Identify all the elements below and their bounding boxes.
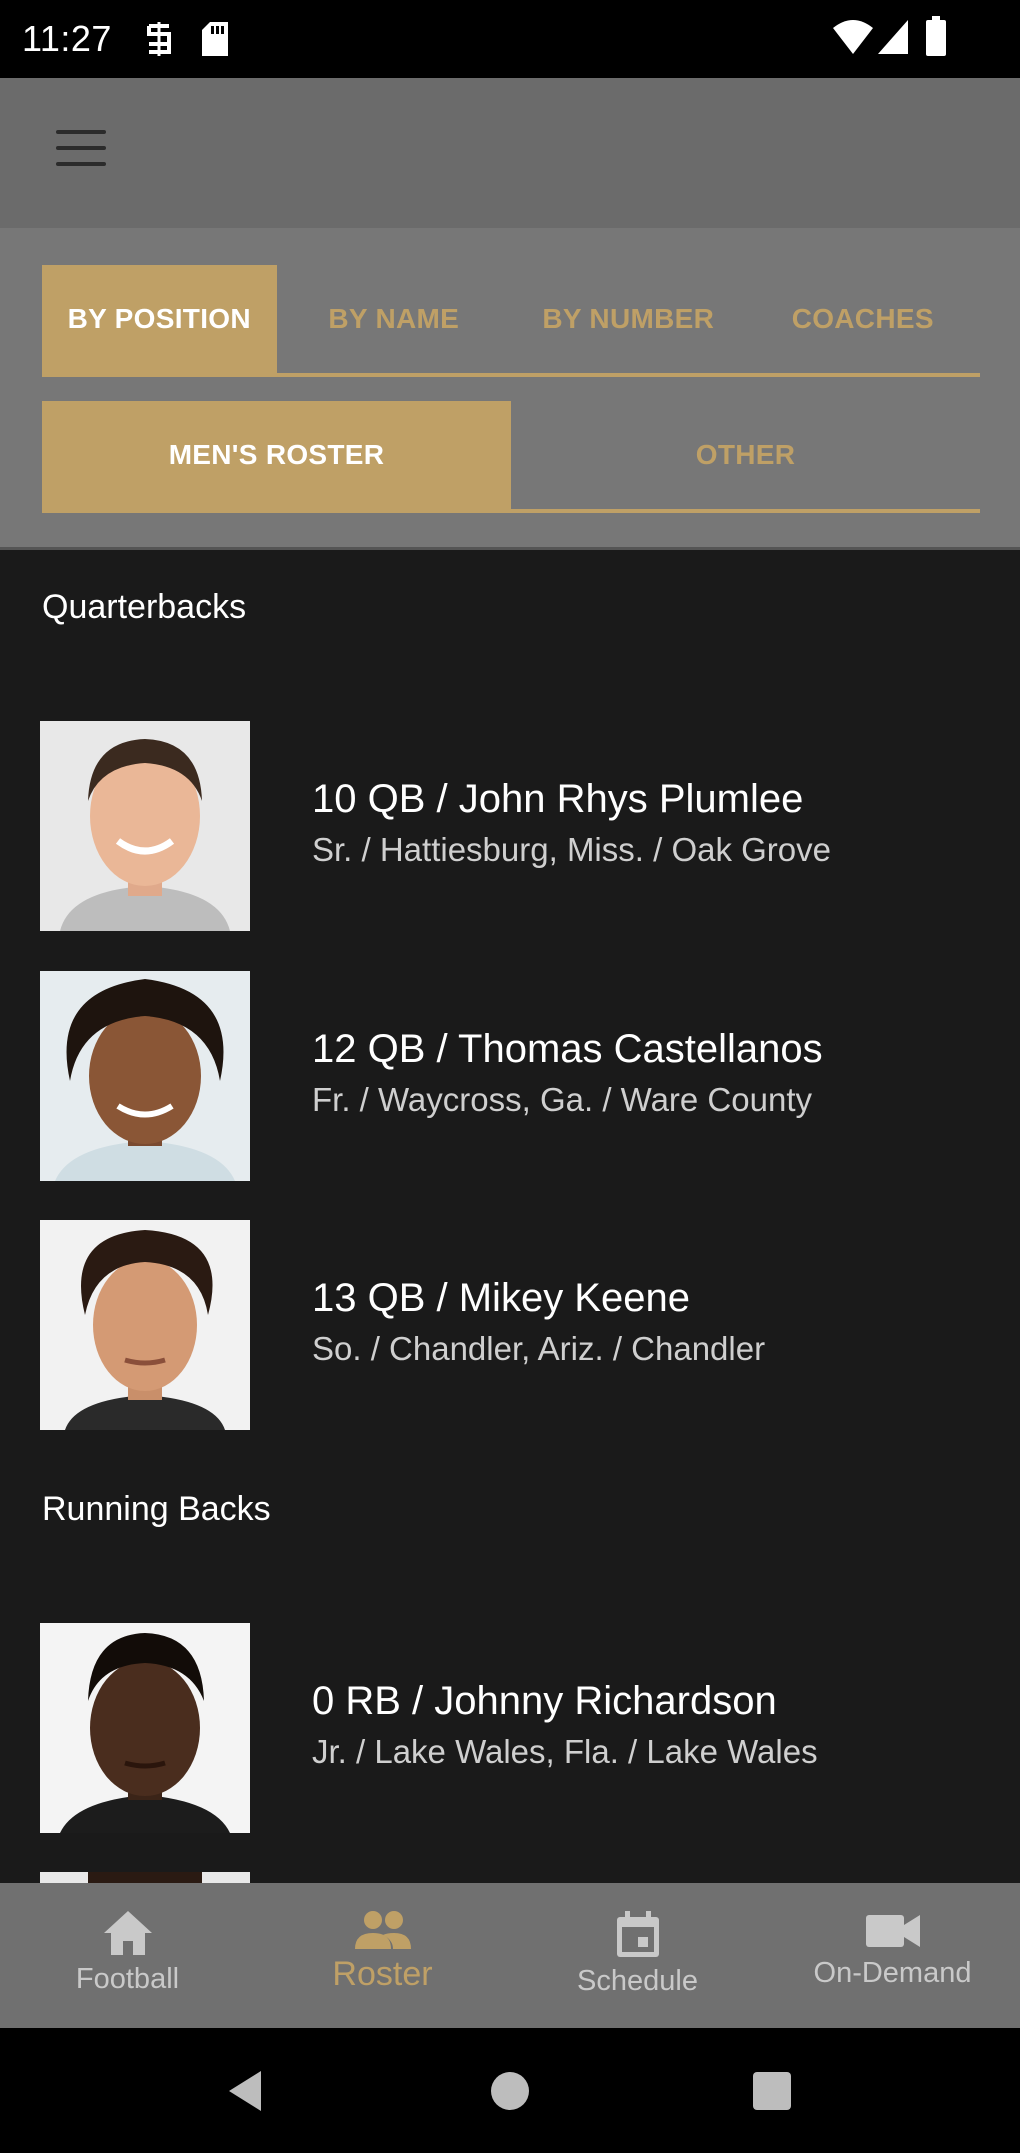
player-row-partial[interactable] — [40, 1872, 980, 1883]
section-header-quarterbacks: Quarterbacks — [42, 588, 247, 626]
nav-roster[interactable]: Roster — [255, 1883, 510, 2028]
sd-card-icon — [202, 22, 228, 56]
player-photo — [40, 971, 250, 1181]
player-photo — [40, 1872, 250, 1883]
sync-notification-icon — [147, 22, 171, 56]
home-icon — [103, 1911, 152, 1955]
player-photo — [40, 721, 250, 931]
filter-panel: BY POSITION BY NAME BY NUMBER COACHES ME… — [0, 228, 1020, 550]
system-navigation-bar — [0, 2028, 1020, 2153]
player-row[interactable]: 0 RB / Johnny Richardson Jr. / Lake Wale… — [40, 1623, 980, 1833]
tab-by-name[interactable]: BY NAME — [277, 265, 512, 373]
player-row[interactable]: 10 QB / John Rhys Plumlee Sr. / Hattiesb… — [40, 721, 980, 931]
back-icon[interactable] — [185, 2028, 305, 2153]
hamburger-menu-icon[interactable] — [50, 130, 110, 176]
cellular-signal-icon — [878, 20, 908, 54]
wifi-icon — [833, 20, 873, 54]
player-name: 13 QB / Mikey Keene — [312, 1276, 690, 1320]
tab-coaches[interactable]: COACHES — [746, 265, 981, 373]
player-row[interactable]: 12 QB / Thomas Castellanos Fr. / Waycros… — [40, 971, 980, 1181]
tab-other[interactable]: OTHER — [511, 401, 980, 509]
player-details: Fr. / Waycross, Ga. / Ware County — [312, 1081, 812, 1118]
section-header-running-backs: Running Backs — [42, 1490, 271, 1528]
nav-label: Schedule — [577, 1965, 698, 1997]
recents-square-icon[interactable] — [712, 2028, 832, 2153]
battery-icon — [926, 16, 946, 56]
player-row[interactable]: 13 QB / Mikey Keene So. / Chandler, Ariz… — [40, 1220, 980, 1430]
player-name: 0 RB / Johnny Richardson — [312, 1679, 777, 1723]
player-details: So. / Chandler, Ariz. / Chandler — [312, 1330, 766, 1367]
app-bar — [0, 78, 1020, 228]
bottom-navigation: Football Roster Schedule On-Demand — [0, 1883, 1020, 2028]
nav-label: On-Demand — [813, 1957, 972, 1989]
roster-sort-tabs: BY POSITION BY NAME BY NUMBER COACHES — [42, 265, 980, 377]
roster-type-tabs: MEN'S ROSTER OTHER — [42, 401, 980, 513]
status-bar: 11:27 — [0, 0, 1020, 78]
player-details: Sr. / Hattiesburg, Miss. / Oak Grove — [312, 831, 831, 868]
player-name: 12 QB / Thomas Castellanos — [312, 1027, 823, 1071]
roster-list[interactable]: Quarterbacks 10 QB / John Rhys Plumlee S… — [0, 550, 1020, 1883]
nav-label: Football — [75, 1963, 180, 1995]
nav-schedule[interactable]: Schedule — [510, 1883, 765, 2028]
player-photo — [40, 1623, 250, 1833]
tab-by-number[interactable]: BY NUMBER — [511, 265, 746, 373]
home-circle-icon[interactable] — [450, 2028, 570, 2153]
nav-label: Roster — [332, 1955, 433, 1993]
nav-on-demand[interactable]: On-Demand — [765, 1883, 1020, 2028]
people-icon — [354, 1911, 411, 1949]
player-details: Jr. / Lake Wales, Fla. / Lake Wales — [312, 1733, 818, 1770]
player-photo — [40, 1220, 250, 1430]
nav-football[interactable]: Football — [0, 1883, 255, 2028]
calendar-icon — [616, 1911, 659, 1957]
video-camera-icon — [865, 1915, 920, 1947]
tab-by-position[interactable]: BY POSITION — [42, 265, 277, 373]
player-name: 10 QB / John Rhys Plumlee — [312, 777, 804, 821]
tab-mens-roster[interactable]: MEN'S ROSTER — [42, 401, 511, 509]
status-time: 11:27 — [22, 18, 112, 59]
